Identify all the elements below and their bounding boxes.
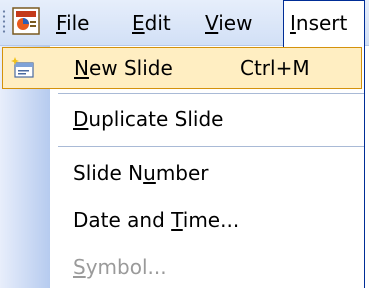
menu-file-label-post: ile	[66, 11, 90, 35]
menu-view[interactable]: View	[199, 0, 258, 46]
menu-file-accelerator: F	[56, 11, 67, 35]
menu-item-new-slide[interactable]: New Slide Ctrl+M	[2, 47, 362, 89]
toolbar-grip-handle[interactable]	[2, 9, 6, 35]
menu-item-symbol-label: Symbol...	[73, 246, 167, 288]
menu-view-accelerator: V	[205, 11, 219, 35]
menu-edit-accelerator: E	[132, 11, 145, 35]
powerpoint-window: File Edit View Insert New Slide Ctrl+M D…	[0, 0, 369, 288]
menu-item-duplicate-slide-label: Duplicate Slide	[73, 98, 223, 140]
menu-item-symbol: Symbol...	[0, 246, 364, 288]
menu-item-slide-number-label: Slide Number	[73, 152, 209, 194]
label-accelerator: D	[73, 107, 89, 131]
insert-menu-dropdown: New Slide Ctrl+M Duplicate Slide Slide N…	[0, 46, 365, 288]
menu-item-slide-number[interactable]: Slide Number	[0, 152, 364, 194]
menu-item-new-slide-label: New Slide	[74, 48, 173, 88]
label-post: mber	[155, 161, 209, 185]
menu-item-date-and-time[interactable]: Date and Time...	[0, 199, 364, 241]
menu-insert[interactable]: Insert	[283, 0, 365, 47]
menu-item-date-and-time-label: Date and Time...	[73, 199, 239, 241]
menu-file[interactable]: File	[50, 0, 95, 46]
menu-insert-label-post: nsert	[295, 11, 348, 35]
label-accelerator: T	[171, 208, 183, 232]
label-accelerator: S	[73, 255, 86, 279]
label-post: ymbol...	[85, 255, 167, 279]
label-pre: Slide N	[73, 161, 144, 185]
new-slide-icon	[11, 57, 35, 79]
label-pre: Date and	[73, 208, 172, 232]
menu-item-duplicate-slide[interactable]: Duplicate Slide	[0, 98, 364, 140]
menu-item-new-slide-shortcut: Ctrl+M	[240, 56, 310, 80]
menu-separator	[58, 146, 364, 147]
menu-edit-label-post: dit	[144, 11, 171, 35]
menu-separator	[58, 93, 364, 94]
label-post: uplicate Slide	[88, 107, 224, 131]
label-accelerator: N	[74, 56, 89, 80]
label-post: ime...	[182, 208, 240, 232]
label-accelerator: u	[143, 161, 156, 185]
powerpoint-icon[interactable]	[12, 5, 42, 37]
menu-view-label-post: iew	[218, 11, 253, 35]
menu-edit[interactable]: Edit	[126, 0, 177, 46]
label-post: ew Slide	[88, 56, 173, 80]
menu-bar: File Edit View Insert	[0, 0, 369, 47]
